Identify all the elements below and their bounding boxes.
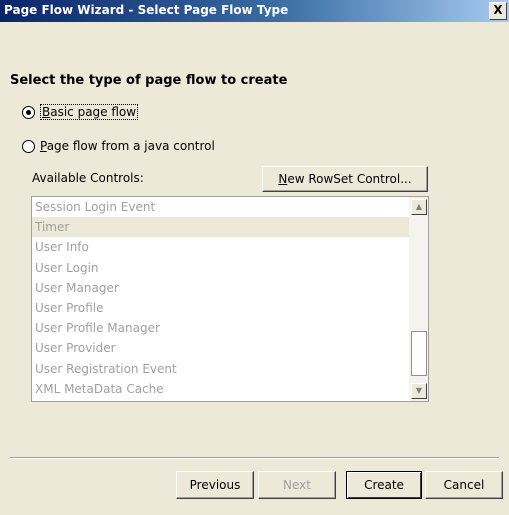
java-control-page-flow-label: Page flow from a java control [40,139,215,153]
close-button[interactable]: X [489,2,507,20]
close-icon: X [493,3,503,17]
cancel-button[interactable]: Cancel [425,471,503,499]
list-item[interactable]: User Registration Event [32,359,409,379]
list-item[interactable]: Timer [32,217,409,238]
list-item[interactable]: User Profile Manager [32,318,409,338]
window-title: Page Flow Wizard - Select Page Flow Type [4,3,289,17]
radio-unchecked-icon[interactable] [22,139,35,153]
scroll-thumb[interactable] [411,331,427,376]
list-item[interactable]: User Profile [32,298,409,318]
list-item[interactable]: User Manager [32,278,409,298]
create-button[interactable]: Create [346,471,422,499]
list-item[interactable]: User Login [32,258,409,278]
list-items-container: Session Login Event Timer User Info User Lo… [32,197,409,399]
radio-checked-icon[interactable] [22,105,35,119]
scroll-up-icon[interactable]: ▲ [411,199,427,215]
list-item[interactable]: User Info [32,237,409,257]
list-item[interactable]: XML MetaData Cache [32,379,409,399]
page-heading: Select the type of page flow to create [10,73,288,88]
title-bar[interactable]: Page Flow Wizard - Select Page Flow Type… [0,0,509,22]
java-control-page-flow-option[interactable]: Page flow from a java control [22,137,215,155]
list-item[interactable]: Session Login Event [32,197,409,217]
available-controls-list[interactable]: Session Login Event Timer User Info User Lo… [31,196,429,402]
basic-page-flow-label: Basic page flow [40,104,139,120]
previous-button[interactable]: Previous [176,471,254,499]
available-controls-label: Available Controls: [32,171,144,185]
scroll-down-icon[interactable]: ▼ [411,383,427,399]
list-item[interactable]: User Provider [32,338,409,358]
footer-separator [10,457,499,459]
basic-page-flow-option[interactable]: Basic page flow [22,103,139,121]
new-rowset-control-button[interactable]: New RowSet Control... [262,166,428,192]
next-button[interactable]: Next [258,471,336,499]
list-scrollbar[interactable]: ▲ ▼ [409,197,428,401]
